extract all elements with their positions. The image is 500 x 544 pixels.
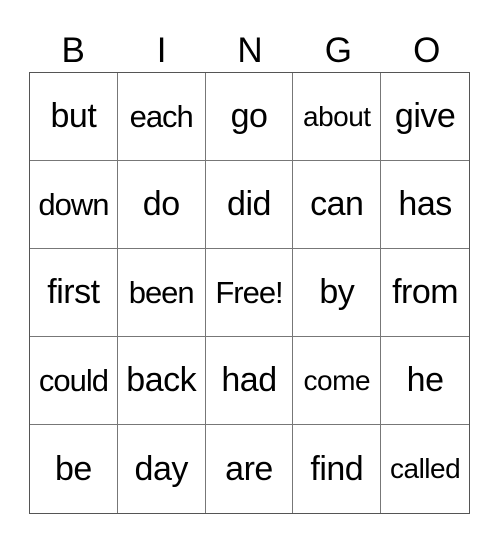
bingo-cell[interactable]: each xyxy=(117,73,206,161)
bingo-cell[interactable]: be xyxy=(30,425,118,513)
bingo-cell[interactable]: from xyxy=(381,249,469,337)
bingo-cell[interactable]: he xyxy=(381,337,469,425)
bingo-cell[interactable]: did xyxy=(205,161,294,249)
bingo-cell[interactable]: been xyxy=(117,249,206,337)
header-letter-n: N xyxy=(237,31,263,70)
bingo-cell[interactable]: can xyxy=(293,161,382,249)
bingo-cell[interactable]: back xyxy=(117,337,206,425)
bingo-cell[interactable]: find xyxy=(293,425,382,513)
bingo-cell[interactable]: come xyxy=(293,337,382,425)
bingo-cell[interactable]: are xyxy=(206,425,294,513)
bingo-cell[interactable]: by xyxy=(293,249,382,337)
bingo-cell[interactable]: go xyxy=(205,73,294,161)
bingo-cell[interactable]: but xyxy=(30,73,118,161)
bingo-cell[interactable]: first xyxy=(30,249,118,337)
header-letter-i: I xyxy=(156,31,167,70)
bingo-cell[interactable]: had xyxy=(205,337,294,425)
bingo-cell[interactable]: do xyxy=(117,161,206,249)
header-letter-b: B xyxy=(61,31,85,70)
bingo-cell[interactable]: about xyxy=(293,73,382,161)
header-letter-o: O xyxy=(413,31,441,70)
bingo-cell[interactable]: could xyxy=(30,337,118,425)
bingo-cell[interactable]: called xyxy=(381,425,469,513)
bingo-header: B I N G O xyxy=(29,30,471,72)
bingo-grid: but each go about give down do did can h… xyxy=(29,72,470,514)
bingo-cell[interactable]: day xyxy=(118,425,206,513)
bingo-cell[interactable]: has xyxy=(381,161,469,249)
bingo-cell[interactable]: give xyxy=(381,73,469,161)
header-letter-g: G xyxy=(324,31,352,70)
bingo-cell[interactable]: down xyxy=(30,161,118,249)
free-space-cell[interactable]: Free! xyxy=(205,249,294,337)
